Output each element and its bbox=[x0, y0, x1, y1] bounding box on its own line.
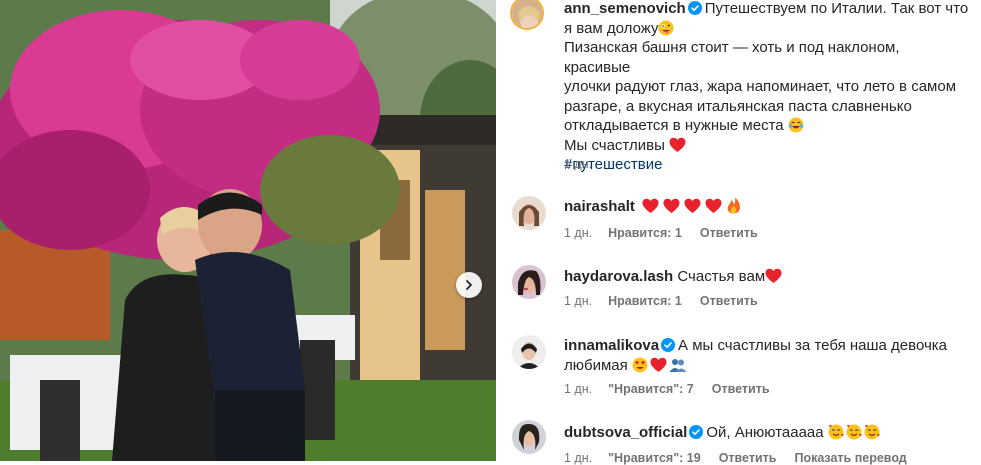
verified-badge-icon bbox=[689, 425, 704, 439]
reply-button[interactable]: Ответить bbox=[719, 451, 777, 465]
comment-text-line-1: А мы счастливы за тебя наша девочка bbox=[678, 337, 947, 354]
red-heart-emoji bbox=[765, 268, 782, 283]
caption-end: Мы счастливы bbox=[564, 136, 665, 154]
comment-time[interactable]: 1 дн. bbox=[564, 451, 592, 465]
avatar-image bbox=[512, 0, 542, 28]
comment-username[interactable]: innamalikova bbox=[564, 337, 659, 354]
author-avatar[interactable] bbox=[510, 0, 544, 30]
comment-1: nairashalt bbox=[564, 197, 969, 217]
comment-2: haydarova.lash Счастья вам bbox=[564, 267, 969, 287]
verified-badge-icon bbox=[661, 338, 676, 352]
comment-text: Ой, Анюютааааа bbox=[706, 424, 824, 441]
post-photo[interactable] bbox=[0, 0, 496, 461]
avatar-image bbox=[512, 335, 546, 369]
chevron-right-icon bbox=[466, 280, 472, 290]
next-photo-button[interactable] bbox=[456, 272, 482, 298]
comment-username[interactable]: dubtsova_official bbox=[564, 424, 687, 441]
smiling-face-with-hearts-emoji bbox=[828, 424, 844, 440]
comment-time[interactable]: 1 дн. bbox=[564, 382, 592, 396]
hashtag-link[interactable]: #путешествие bbox=[564, 155, 969, 175]
photo-illustration bbox=[0, 0, 496, 461]
avatar-image bbox=[512, 265, 546, 299]
zany-face-emoji bbox=[658, 20, 674, 35]
comment-1-meta: 1 дн. Нравится: 1 Ответить bbox=[564, 226, 776, 240]
commenter-avatar[interactable] bbox=[512, 196, 546, 230]
comment-time[interactable]: 1 дн. bbox=[564, 226, 592, 240]
reply-button[interactable]: Ответить bbox=[700, 294, 758, 308]
comment-text: Счастья вам bbox=[677, 268, 766, 285]
comment-emojis bbox=[642, 197, 741, 215]
comment-likes[interactable]: "Нравится": 7 bbox=[608, 382, 694, 396]
author-username[interactable]: ann_semenovich bbox=[564, 0, 686, 17]
caption-line-4: откладывается в нужные места bbox=[564, 117, 784, 134]
comment-likes[interactable]: "Нравится": 19 bbox=[608, 451, 701, 465]
smiling-face-with-hearts-emoji bbox=[846, 424, 862, 440]
caption-line-3: разгаре, а вкусная итальянская паста сла… bbox=[564, 97, 912, 115]
commenter-avatar[interactable] bbox=[512, 265, 546, 299]
post-caption: ann_semenovich Путешествуем по Италии. Та… bbox=[564, 0, 969, 175]
comment-likes[interactable]: Нравится: 1 bbox=[608, 294, 682, 308]
caption-meta: 1 дн. bbox=[564, 157, 608, 171]
comment-username[interactable]: nairashalt bbox=[564, 198, 635, 215]
comment-4: dubtsova_official Ой, Анюютааааа bbox=[564, 423, 969, 443]
comment-time[interactable]: 1 дн. bbox=[564, 294, 592, 308]
red-heart-emoji bbox=[669, 137, 686, 152]
avatar-image bbox=[512, 420, 546, 454]
caption-line-2: улочки радуют глаз, жара напоминает, что… bbox=[564, 78, 957, 95]
commenter-avatar[interactable] bbox=[512, 335, 546, 369]
reply-button[interactable]: Ответить bbox=[712, 382, 770, 396]
comment-4-meta: 1 дн. "Нравится": 19 Ответить Показать пере… bbox=[564, 451, 925, 465]
verified-badge-icon bbox=[687, 1, 702, 15]
tears-of-joy-emoji bbox=[788, 117, 804, 133]
comment-3: innamalikova А мы счастливы за тебя наша … bbox=[564, 336, 969, 375]
see-translation-button[interactable]: Показать перевод bbox=[794, 451, 906, 465]
heart-eyes-emoji bbox=[632, 357, 648, 372]
red-heart-emoji bbox=[650, 357, 667, 372]
comment-likes[interactable]: Нравится: 1 bbox=[608, 226, 682, 240]
caption-line-1: Пизанская башня стоит — хоть и под накло… bbox=[564, 39, 900, 76]
caption-time[interactable]: 1 дн. bbox=[564, 157, 592, 171]
commenter-avatar[interactable] bbox=[512, 420, 546, 454]
comment-text-line-2: любимая bbox=[564, 356, 628, 374]
red-heart-emoji bbox=[663, 198, 680, 213]
fire-emoji bbox=[727, 197, 741, 214]
comment-emojis bbox=[828, 424, 880, 441]
red-heart-emoji bbox=[684, 198, 701, 213]
red-heart-emoji bbox=[705, 198, 722, 213]
comment-username[interactable]: haydarova.lash bbox=[564, 268, 673, 285]
reply-button[interactable]: Ответить bbox=[700, 226, 758, 240]
people-silhouette-emoji bbox=[669, 358, 687, 372]
red-heart-emoji bbox=[642, 198, 659, 213]
comments-panel: ann_semenovich Путешествуем по Италии. Та… bbox=[496, 0, 981, 465]
avatar-image bbox=[512, 196, 546, 230]
comment-3-meta: 1 дн. "Нравится": 7 Ответить bbox=[564, 382, 788, 396]
comment-2-meta: 1 дн. Нравится: 1 Ответить bbox=[564, 294, 776, 308]
smiling-face-with-hearts-emoji bbox=[864, 424, 880, 440]
